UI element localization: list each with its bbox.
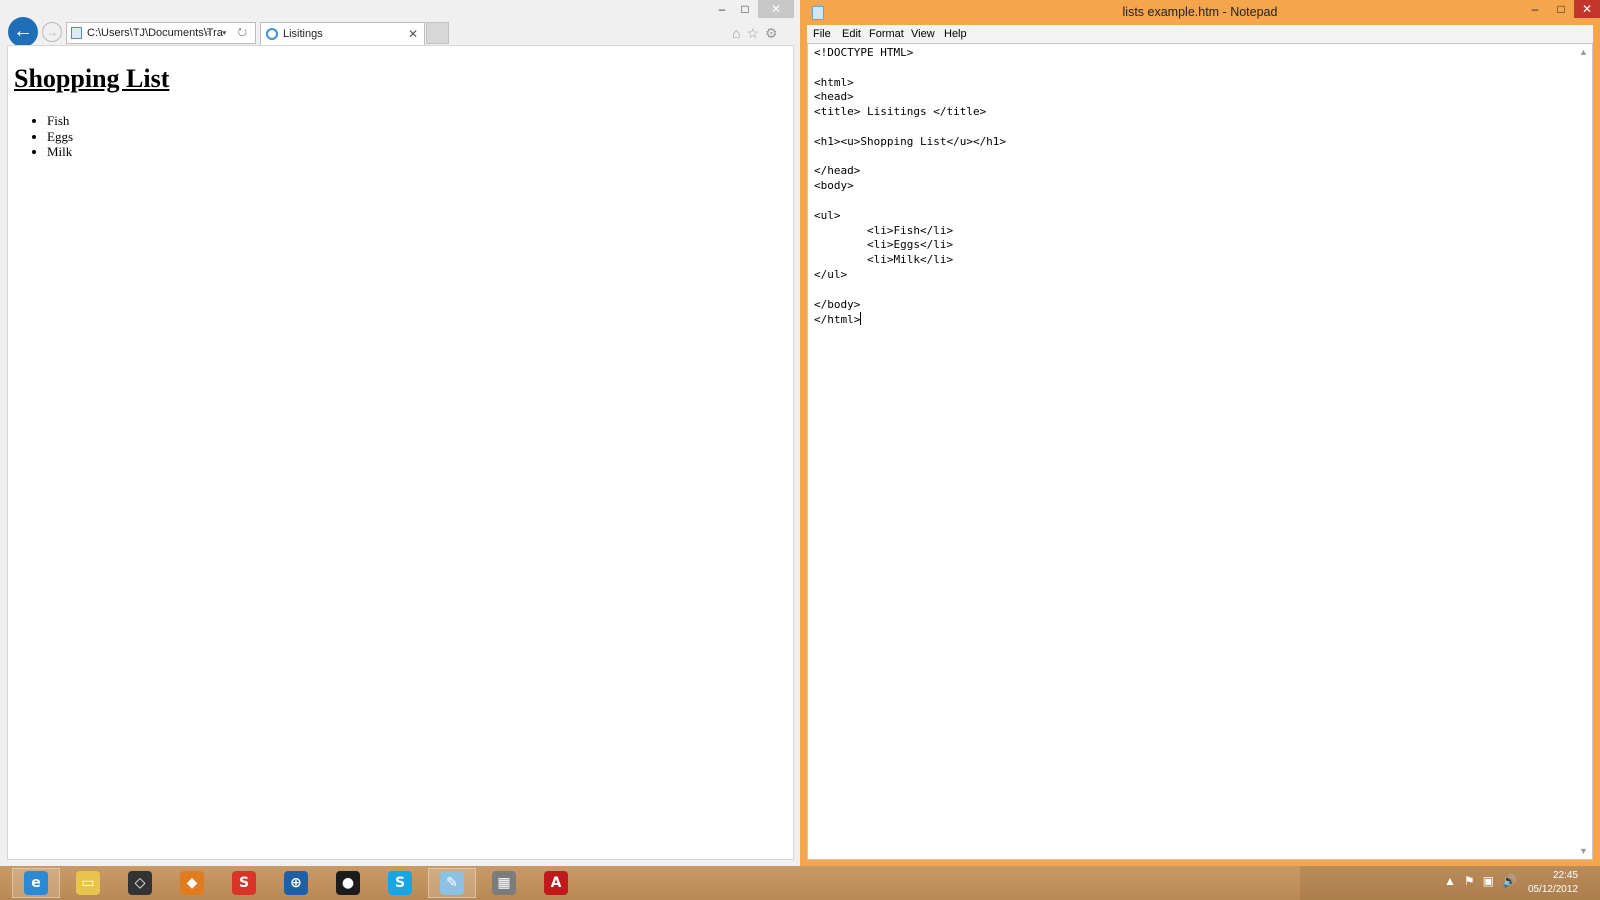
home-favorites-settings-icons[interactable]: ⌂☆⚙ — [732, 25, 784, 42]
list-item: Fish — [47, 113, 73, 129]
notepad-window: lists example.htm - Notepad – □ ✕ File E… — [800, 0, 1600, 866]
browser-window: – □ ✕ ← → C:\Users\TJ\Documents\Tra ⌕ ▾ … — [0, 0, 800, 866]
taskbar-button[interactable]: S — [376, 868, 424, 898]
search-refresh-icons[interactable]: ⌕ ▾ ↻ — [205, 23, 251, 43]
list-item: Milk — [47, 144, 73, 160]
taskbar-button[interactable]: ▦ — [480, 868, 528, 898]
sketchup-icon: S — [232, 871, 256, 895]
clock-time: 22:45 — [1552, 870, 1578, 881]
taskbar: e ▭ ◇ ◆ S ⊕ ● S ✎ ▦ A ▲⚑▣🔊 22:45 05/12/2012 — [0, 866, 1600, 900]
menu-edit[interactable]: Edit — [842, 25, 861, 43]
menu-format[interactable]: Format — [869, 25, 904, 43]
taskbar-button[interactable]: ▭ — [64, 868, 112, 898]
notepad-menubar: File Edit Format View Help — [807, 25, 1593, 43]
list-item: Eggs — [47, 129, 73, 145]
clock[interactable]: 22:45 05/12/2012 — [1528, 869, 1578, 897]
ie-tab-icon — [266, 28, 278, 40]
page-icon — [71, 27, 82, 39]
taskbar-button[interactable]: S — [220, 868, 268, 898]
shopping-list: Fish Eggs Milk — [47, 113, 73, 160]
taskbar-button[interactable]: e — [12, 868, 60, 898]
taskbar-button[interactable]: ◆ — [168, 868, 216, 898]
notepad-minimize-button[interactable]: – — [1522, 0, 1548, 18]
taskbar-button[interactable]: ◇ — [116, 868, 164, 898]
skype-icon: S — [388, 871, 412, 895]
tab-lisitings[interactable]: Lisitings ✕ — [260, 22, 425, 45]
clock-date: 05/12/2012 — [1527, 884, 1578, 895]
file-explorer-icon: ▭ — [76, 871, 100, 895]
taskbar-button[interactable]: ● — [324, 868, 372, 898]
browser-maximize-button[interactable]: □ — [734, 0, 756, 18]
menu-view[interactable]: View — [911, 25, 935, 43]
taskbar-button[interactable]: A — [532, 868, 580, 898]
forward-arrow-icon[interactable]: → — [42, 22, 62, 42]
text-caret — [860, 312, 862, 326]
browser-close-button[interactable]: ✕ — [758, 0, 794, 18]
notepad-content: <!DOCTYPE HTML> <html> <head> <title> Li… — [814, 46, 1007, 327]
system-tray: ▲⚑▣🔊 22:45 05/12/2012 — [1300, 866, 1600, 900]
new-tab-button[interactable] — [426, 22, 449, 44]
tab-close-icon[interactable]: ✕ — [408, 23, 418, 45]
back-arrow-icon[interactable]: ← — [8, 17, 38, 47]
browser-toolbar: – □ ✕ ← → C:\Users\TJ\Documents\Tra ⌕ ▾ … — [0, 0, 800, 47]
notepad-icon: ✎ — [440, 871, 464, 895]
unity-icon: ◇ — [128, 871, 152, 895]
menu-file[interactable]: File — [813, 25, 831, 43]
address-bar[interactable]: C:\Users\TJ\Documents\Tra ⌕ ▾ ↻ — [66, 22, 256, 44]
scroll-up-icon[interactable]: ▲ — [1579, 47, 1588, 57]
taskbar-button[interactable]: ⊕ — [272, 868, 320, 898]
notepad-close-button[interactable]: ✕ — [1574, 0, 1600, 18]
address-text: C:\Users\TJ\Documents\Tra — [87, 27, 223, 39]
network-app-icon: ⊕ — [284, 871, 308, 895]
vertical-scrollbar[interactable]: ▲ ▼ — [1575, 44, 1592, 859]
tray-icons[interactable]: ▲⚑▣🔊 — [1444, 874, 1525, 888]
browser-minimize-button[interactable]: – — [712, 0, 732, 18]
game-icon: ▦ — [492, 871, 516, 895]
internet-explorer-icon: e — [24, 871, 48, 895]
adobe-reader-icon: A — [544, 871, 568, 895]
scroll-down-icon[interactable]: ▼ — [1579, 846, 1588, 856]
browser-viewport: Shopping List Fish Eggs Milk — [7, 45, 794, 860]
page-heading: Shopping List — [14, 64, 170, 93]
menu-help[interactable]: Help — [944, 25, 967, 43]
steam-icon: ● — [336, 871, 360, 895]
notepad-text-area[interactable]: <!DOCTYPE HTML> <html> <head> <title> Li… — [807, 43, 1593, 860]
blender-icon: ◆ — [180, 871, 204, 895]
notepad-title: lists example.htm - Notepad — [1122, 5, 1278, 19]
tab-title: Lisitings — [283, 28, 323, 40]
taskbar-button[interactable]: ✎ — [428, 868, 476, 898]
notepad-app-icon — [812, 6, 824, 20]
notepad-maximize-button[interactable]: □ — [1548, 0, 1574, 18]
